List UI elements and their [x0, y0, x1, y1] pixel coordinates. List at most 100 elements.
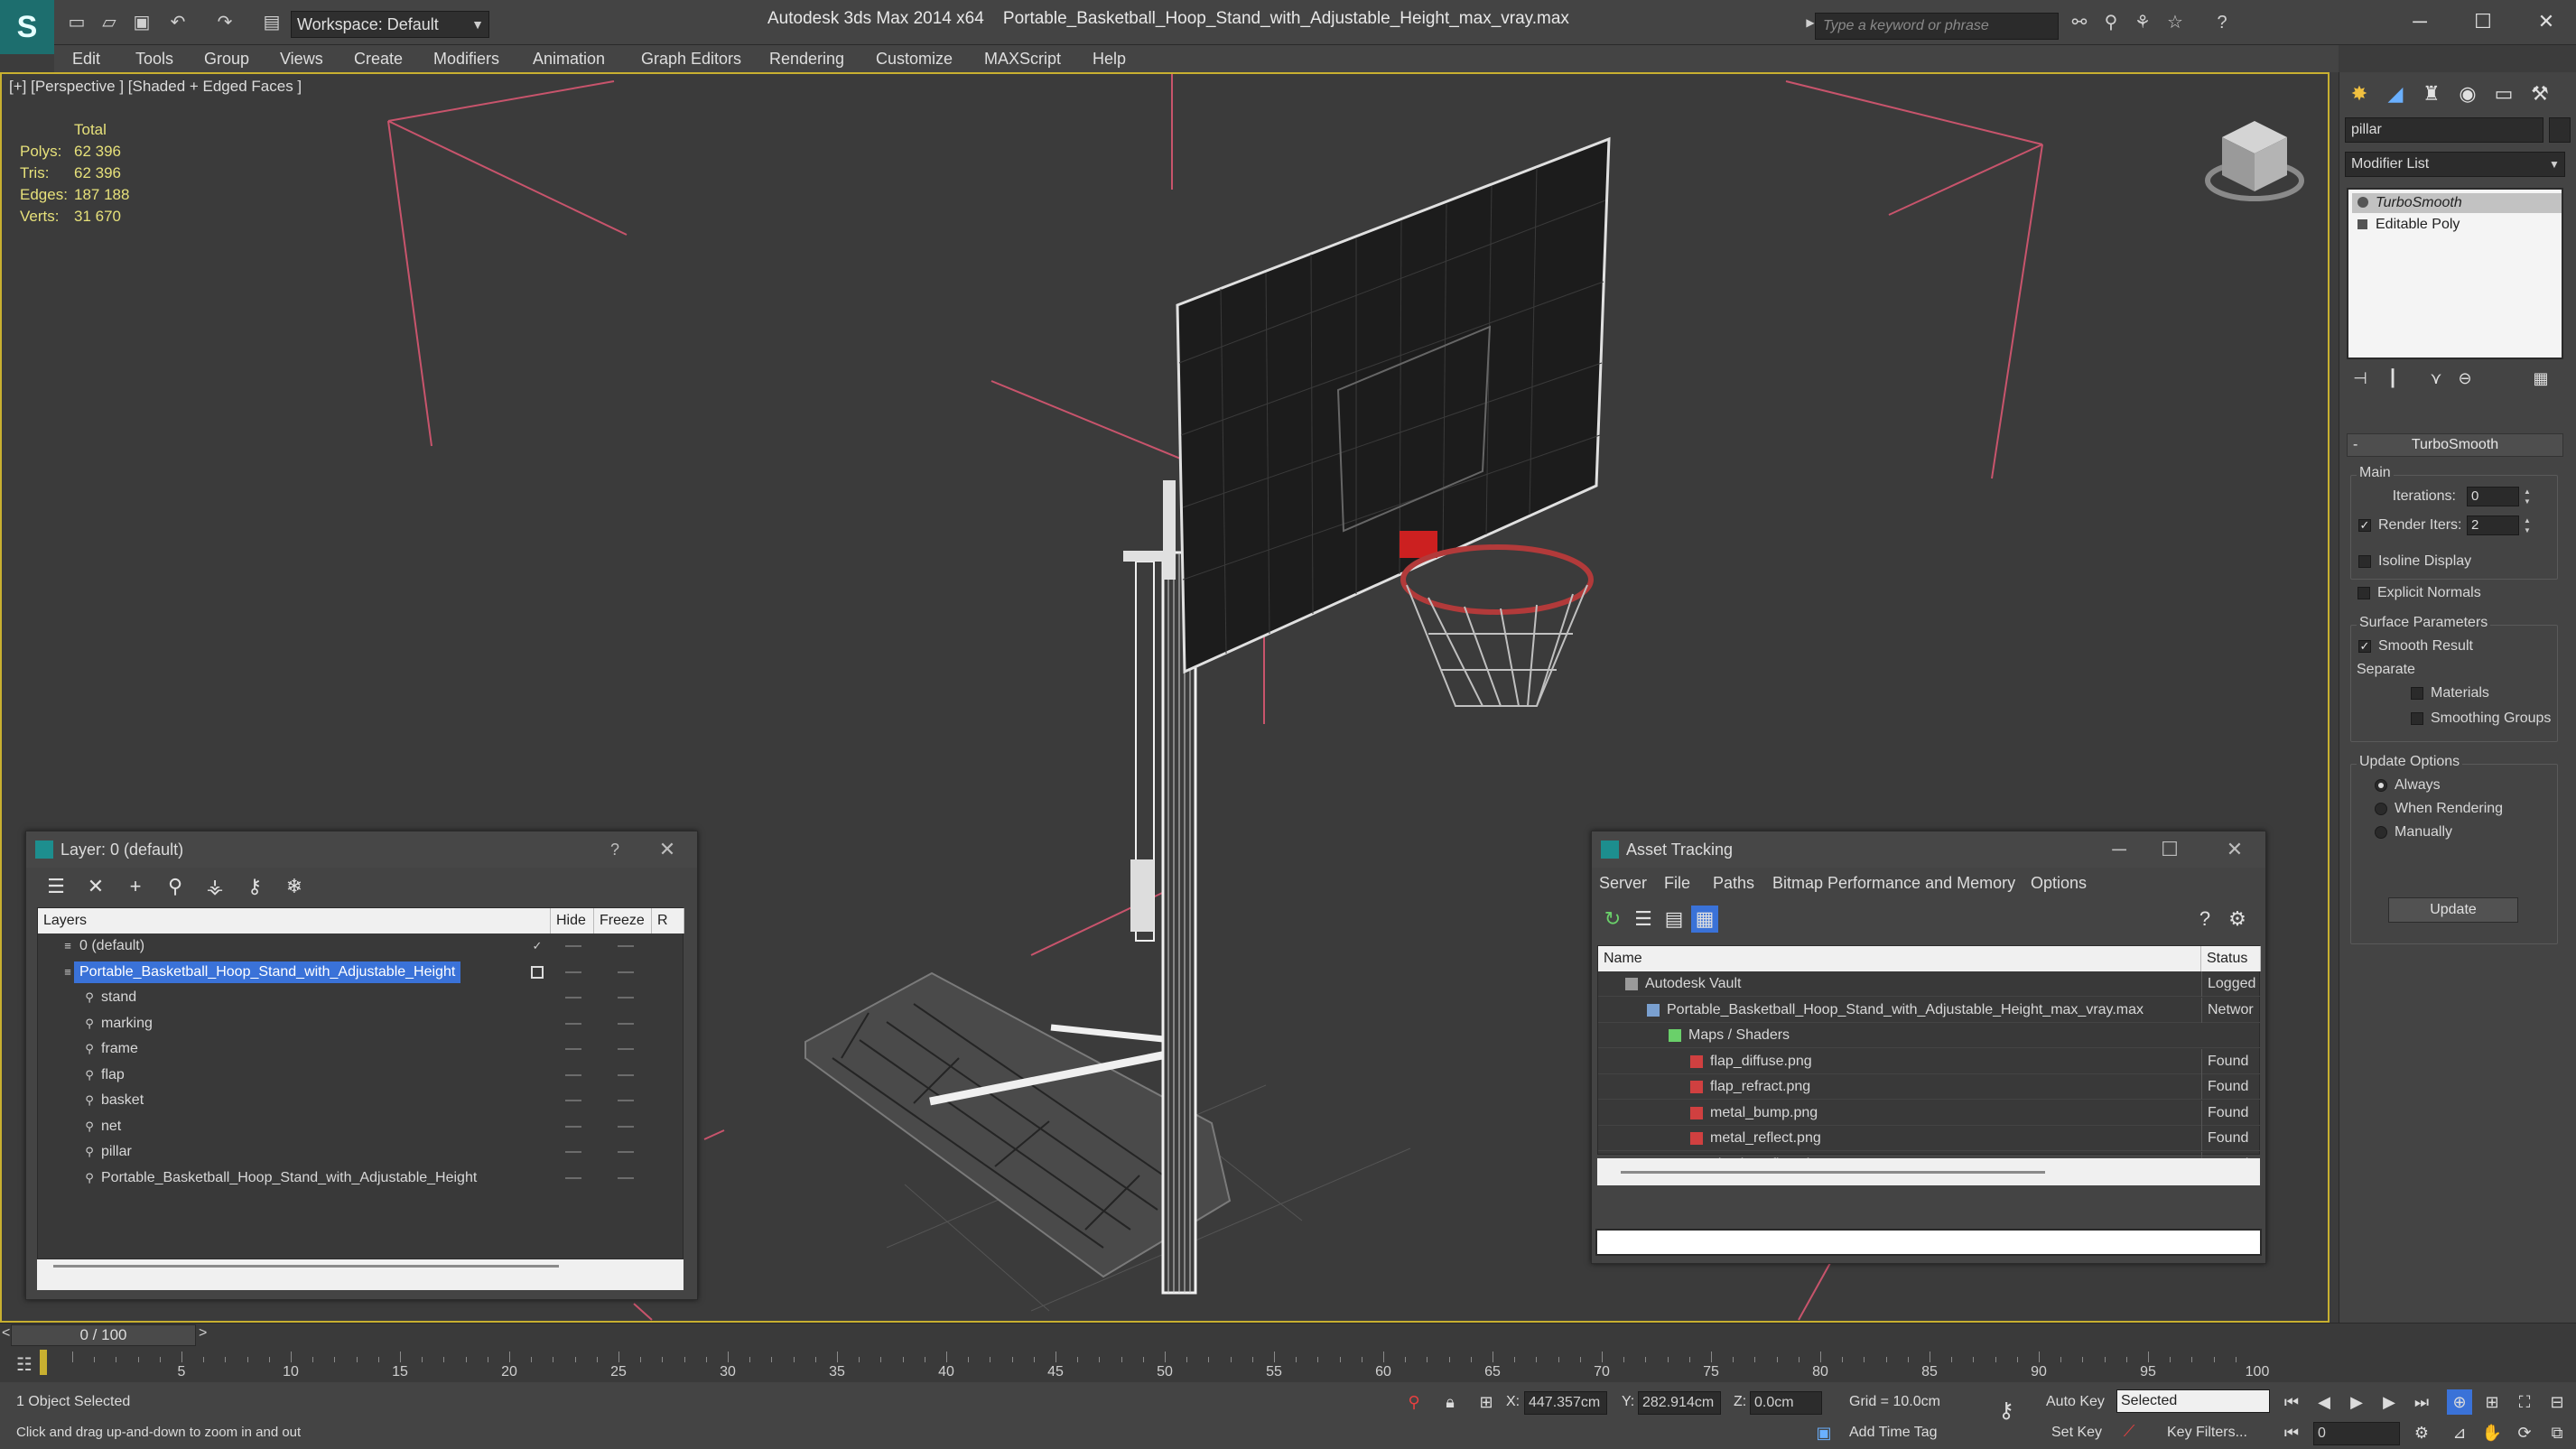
freeze-toggle[interactable] — [618, 997, 634, 999]
isoline-display-checkbox[interactable] — [2358, 555, 2371, 568]
render-iters-spinner[interactable]: 2 — [2467, 516, 2519, 535]
open-file-icon[interactable]: ▱ — [98, 11, 121, 34]
menu-rendering[interactable]: Rendering — [769, 45, 844, 72]
layer-row[interactable]: ⚲ pillar — [38, 1139, 684, 1165]
asset-name-column-header[interactable]: Name — [1598, 946, 2201, 971]
asset-menu-server[interactable]: Server — [1599, 869, 1647, 896]
hide-toggle[interactable] — [565, 1151, 581, 1153]
selection-lock-icon[interactable]: 🔒︎ — [1437, 1389, 1463, 1415]
layer-dialog-close-icon[interactable]: ✕ — [653, 835, 682, 864]
freeze-column-header[interactable]: Freeze — [594, 908, 652, 933]
layer-row-name[interactable]: basket — [96, 1090, 149, 1111]
minimize-icon[interactable]: ─ — [2402, 5, 2438, 38]
layer-row[interactable]: ≡ Portable_Basketball_Hoop_Stand_with_Adj… — [38, 960, 684, 985]
layer-row[interactable]: ⚲ stand — [38, 985, 684, 1010]
current-frame-field[interactable]: 0 — [2313, 1422, 2400, 1445]
expand-box-icon[interactable] — [2357, 219, 2367, 229]
rollout-header[interactable]: - TurboSmooth — [2347, 433, 2563, 457]
iterations-spinner[interactable]: 0 — [2467, 487, 2519, 506]
asset-status-column-header[interactable]: Status — [2201, 946, 2261, 971]
asset-path-field[interactable] — [1595, 1229, 2262, 1256]
hide-toggle[interactable] — [565, 1125, 581, 1128]
select-objects-icon[interactable]: ⚲ — [162, 873, 189, 900]
menu-graph-editors[interactable]: Graph Editors — [641, 45, 741, 72]
stack-item-turbosmooth[interactable]: TurboSmooth — [2352, 193, 2562, 213]
menu-group[interactable]: Group — [204, 45, 249, 72]
time-config-icon[interactable]: ⚙ — [2409, 1420, 2434, 1445]
time-prev-arrow[interactable]: < — [2, 1325, 10, 1342]
object-color-swatch[interactable] — [2549, 117, 2571, 143]
display-tab-icon[interactable]: ▭ — [2488, 78, 2520, 110]
viewport-label-menu[interactable]: [+] [Perspective ] [Shaded + Edged Faces… — [9, 78, 302, 96]
asset-row[interactable]: Portable_Basketball_Hoop_Stand_with_Adju… — [1598, 997, 2261, 1023]
layer-row[interactable]: ⚲ net — [38, 1114, 684, 1139]
asset-hscrollbar[interactable] — [1621, 1171, 2045, 1174]
remove-modifier-icon[interactable]: ⊖ — [2451, 366, 2478, 391]
hide-toggle[interactable] — [565, 1176, 581, 1179]
freeze-toggle[interactable] — [618, 945, 634, 947]
stack-item-editable-poly[interactable]: Editable Poly — [2352, 215, 2562, 235]
hide-toggle[interactable] — [565, 997, 581, 999]
freeze-toggle[interactable] — [618, 1125, 634, 1128]
update-when-rendering-radio[interactable] — [2375, 803, 2387, 815]
modifier-stack[interactable]: TurboSmooth Editable Poly — [2347, 188, 2563, 359]
utilities-tab-icon[interactable]: ⚒ — [2524, 78, 2556, 110]
pan-icon[interactable]: ✋ — [2479, 1420, 2505, 1445]
key-filters-button[interactable]: Key Filters... — [2167, 1422, 2247, 1445]
hide-toggle[interactable] — [565, 1100, 581, 1101]
update-always-radio[interactable] — [2375, 779, 2387, 792]
asset-row[interactable]: metal_reflect.png Found — [1598, 1126, 2261, 1151]
set-key-button[interactable]: Set Key — [2051, 1422, 2102, 1445]
freeze-toggle[interactable] — [618, 1100, 634, 1101]
modifier-list-arrow-icon[interactable]: ▼ — [2543, 152, 2565, 177]
next-frame-icon[interactable]: ▶ — [2376, 1389, 2402, 1415]
menu-maxscript[interactable]: MAXScript — [984, 45, 1061, 72]
time-slider[interactable]: < 0 / 100 > — [0, 1323, 2576, 1346]
asset-menu-file[interactable]: File — [1664, 869, 1690, 896]
hide-all-layers-icon[interactable]: ⚷ — [241, 873, 268, 900]
asset-table[interactable]: Name Status Autodesk Vault Logged Portable… — [1597, 945, 2261, 1177]
show-end-result-icon[interactable]: ┃ — [2379, 366, 2406, 391]
layer-row[interactable]: ⚲ frame — [38, 1036, 684, 1062]
maximize-icon[interactable]: ☐ — [2465, 5, 2501, 38]
prev-frame-icon[interactable]: ◀ — [2311, 1389, 2337, 1415]
layer-tree[interactable]: Layers Hide Freeze R ≡ 0 (default) ✓ ≡ Porta… — [37, 907, 684, 1259]
render-iters-checkbox[interactable]: ✓ — [2358, 519, 2371, 532]
redo-icon[interactable]: ↷ — [213, 11, 237, 34]
hide-toggle[interactable] — [565, 1022, 581, 1025]
motion-tab-icon[interactable]: ◉ — [2451, 78, 2484, 110]
freeze-toggle[interactable] — [618, 1022, 634, 1025]
app-logo-button[interactable]: S — [0, 0, 54, 54]
goto-start-icon[interactable]: ⏮ — [2279, 1389, 2304, 1415]
layer-row-name[interactable]: stand — [96, 987, 142, 1008]
layer-row-name[interactable]: marking — [96, 1013, 158, 1035]
asset-options-icon[interactable]: ⚙ — [2224, 906, 2251, 933]
current-layer-check-icon[interactable]: ✓ — [531, 940, 544, 952]
asset-row[interactable]: metal_bump.png Found — [1598, 1100, 2261, 1126]
freeze-toggle[interactable] — [618, 1151, 634, 1153]
freeze-toggle[interactable] — [618, 971, 634, 973]
lightbulb-icon[interactable] — [2357, 197, 2368, 208]
favorites-icon[interactable]: ☆ — [2163, 11, 2187, 34]
layer-dialog-titlebar[interactable]: Layer: 0 (default) — [26, 831, 697, 868]
layer-row-name[interactable]: frame — [96, 1038, 144, 1060]
asset-row[interactable]: Maps / Shaders — [1598, 1023, 2261, 1048]
make-unique-icon[interactable]: ⋎ — [2423, 366, 2450, 391]
update-manually-radio[interactable] — [2375, 826, 2387, 839]
layer-row[interactable]: ⚲ Portable_Basketball_Hoop_Stand_with_Adj… — [38, 1166, 684, 1191]
table-view-icon[interactable]: ▦ — [1691, 906, 1718, 933]
smoothing-groups-checkbox[interactable] — [2411, 712, 2423, 725]
undo-icon[interactable]: ↶ — [166, 11, 190, 34]
create-layer-icon[interactable]: ☰ — [42, 873, 70, 900]
menu-modifiers[interactable]: Modifiers — [433, 45, 499, 72]
hoop-backboard[interactable] — [1176, 136, 1611, 674]
create-tab-icon[interactable]: ✸ — [2343, 78, 2376, 110]
asset-menu-bitmap-performance[interactable]: Bitmap Performance and Memory — [1772, 869, 2015, 896]
iterations-spinner-arrows-icon[interactable]: ▲ ▼ — [2521, 487, 2534, 506]
modifier-list-dropdown[interactable]: Modifier List — [2345, 152, 2565, 177]
layer-row[interactable]: ⚲ basket — [38, 1088, 684, 1113]
save-file-icon[interactable]: ▣ — [130, 11, 153, 34]
menu-help[interactable]: Help — [1093, 45, 1126, 72]
refresh-icon[interactable]: ↻ — [1599, 906, 1626, 933]
menu-views[interactable]: Views — [280, 45, 323, 72]
